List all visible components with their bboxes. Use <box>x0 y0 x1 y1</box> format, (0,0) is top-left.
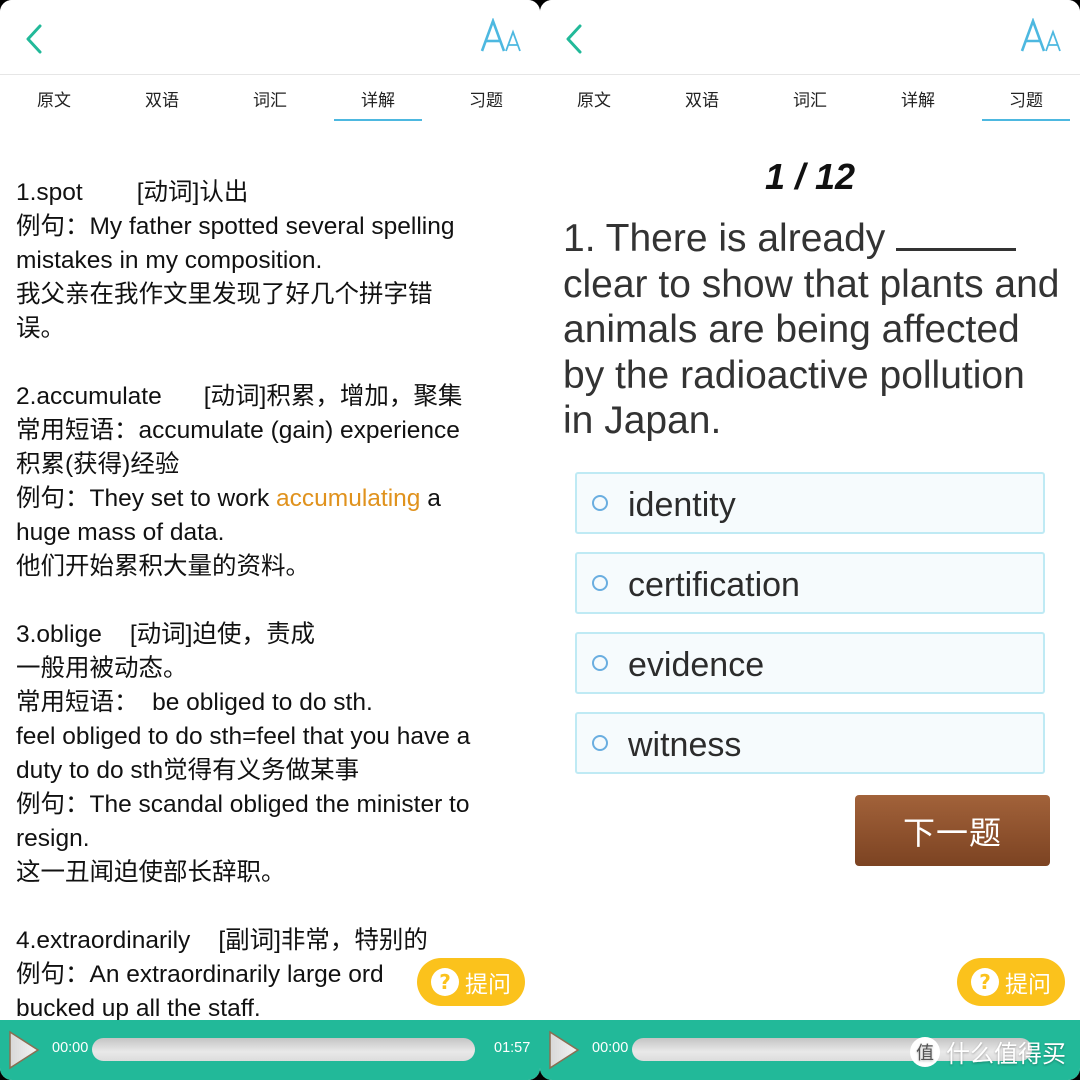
entry-line: 我父亲在我作文里发现了好几个拼字错 <box>16 281 433 308</box>
entry-heading: 4.extraordinarily [副词]非常，特别的 <box>16 927 428 954</box>
exercise-panel: 原文 双语 词汇 详解 习题 1 / 12 1. There is alread… <box>540 0 1080 1080</box>
play-icon[interactable] <box>548 1030 580 1070</box>
detail-panel: 原文 双语 词汇 详解 习题 1.spot [动词]认出 例句：My father… <box>0 0 540 1080</box>
radio-icon[interactable] <box>592 655 608 671</box>
watermark-logo-icon: 值 <box>910 1036 940 1067</box>
ask-question-button[interactable]: ? 提问 <box>417 958 525 1006</box>
radio-icon[interactable] <box>592 575 608 591</box>
current-time: 00:00 <box>592 1040 629 1056</box>
tab-vocabulary[interactable]: 词汇 <box>756 75 864 125</box>
question-mark-icon: ? <box>431 968 459 996</box>
tab-original[interactable]: 原文 <box>0 75 108 125</box>
radio-icon[interactable] <box>592 495 608 511</box>
entry-line: 例句：My father spotted several spelling <box>16 213 455 240</box>
option-evidence[interactable]: evidence <box>575 632 1045 694</box>
entry-line: resign. <box>16 825 90 852</box>
entry-heading: 1.spot [动词]认出 <box>16 179 249 206</box>
question-mark-icon: ? <box>971 968 999 996</box>
tab-bilingual[interactable]: 双语 <box>648 75 756 125</box>
font-size-icon[interactable] <box>480 18 524 56</box>
entry-example: 例句：They set to work accumulating a <box>16 485 441 512</box>
tab-vocabulary[interactable]: 词汇 <box>216 75 324 125</box>
back-arrow-icon[interactable] <box>562 22 592 56</box>
total-time: 01:57 <box>494 1040 531 1056</box>
entry-line: huge mass of data. <box>16 519 225 546</box>
tab-exercises[interactable]: 习题 <box>972 75 1080 125</box>
explanation-content: 1.spot [动词]认出 例句：My father spotted severa… <box>16 176 526 1026</box>
top-bar <box>540 0 1080 75</box>
option-certification[interactable]: certification <box>575 552 1045 614</box>
tab-bar: 原文 双语 词汇 详解 习题 <box>0 75 540 125</box>
entry-line: 常用短语： be obliged to do sth. <box>16 689 373 716</box>
option-identity[interactable]: identity <box>575 472 1045 534</box>
tab-bilingual[interactable]: 双语 <box>108 75 216 125</box>
entry-line: 这一丑闻迫使部长辞职。 <box>16 859 286 886</box>
option-witness[interactable]: witness <box>575 712 1045 774</box>
entry-line: 他们开始累积大量的资料。 <box>16 553 310 580</box>
entry-line: mistakes in my composition. <box>16 247 323 274</box>
current-time: 00:00 <box>52 1040 89 1056</box>
entry-line: 常用短语：accumulate (gain) experience <box>16 417 460 444</box>
top-bar <box>0 0 540 75</box>
back-arrow-icon[interactable] <box>22 22 52 56</box>
entry-heading: 2.accumulate [动词]积累，增加，聚集 <box>16 383 463 410</box>
answer-blank <box>896 218 1017 251</box>
entry-line: 积累(获得)经验 <box>16 451 180 478</box>
progress-track[interactable] <box>92 1038 475 1061</box>
tab-original[interactable]: 原文 <box>540 75 648 125</box>
entry-line: 例句：The scandal obliged the minister to <box>16 791 470 818</box>
tab-bar: 原文 双语 词汇 详解 习题 <box>540 75 1080 125</box>
audio-player: 00:00 值 什么值得买 <box>540 1020 1080 1080</box>
entry-line: 误。 <box>16 315 65 342</box>
entry-line: 一般用被动态。 <box>16 655 188 682</box>
question-counter: 1 / 12 <box>764 156 856 197</box>
question-text: 1. There is already clear to show that p… <box>563 217 1060 442</box>
tab-exercises[interactable]: 习题 <box>432 75 540 125</box>
answer-options: identity certification evidence witness <box>575 472 1045 792</box>
tab-explanation[interactable]: 详解 <box>324 75 432 125</box>
entry-heading: 3.oblige [动词]迫使，责成 <box>16 621 315 648</box>
entry-line: duty to do sth觉得有义务做某事 <box>16 757 360 784</box>
tab-explanation[interactable]: 详解 <box>864 75 972 125</box>
entry-line: feel obliged to do sth=feel that you hav… <box>16 723 471 750</box>
play-icon[interactable] <box>8 1030 40 1070</box>
ask-question-button[interactable]: ? 提问 <box>957 958 1065 1006</box>
font-size-icon[interactable] <box>1020 18 1064 56</box>
next-question-button[interactable]: 下一题 <box>855 795 1050 866</box>
radio-icon[interactable] <box>592 735 608 751</box>
highlighted-word[interactable]: accumulating <box>276 485 420 512</box>
audio-player: 00:00 01:57 <box>0 1020 540 1080</box>
watermark: 值 什么值得买 <box>910 1034 1066 1069</box>
